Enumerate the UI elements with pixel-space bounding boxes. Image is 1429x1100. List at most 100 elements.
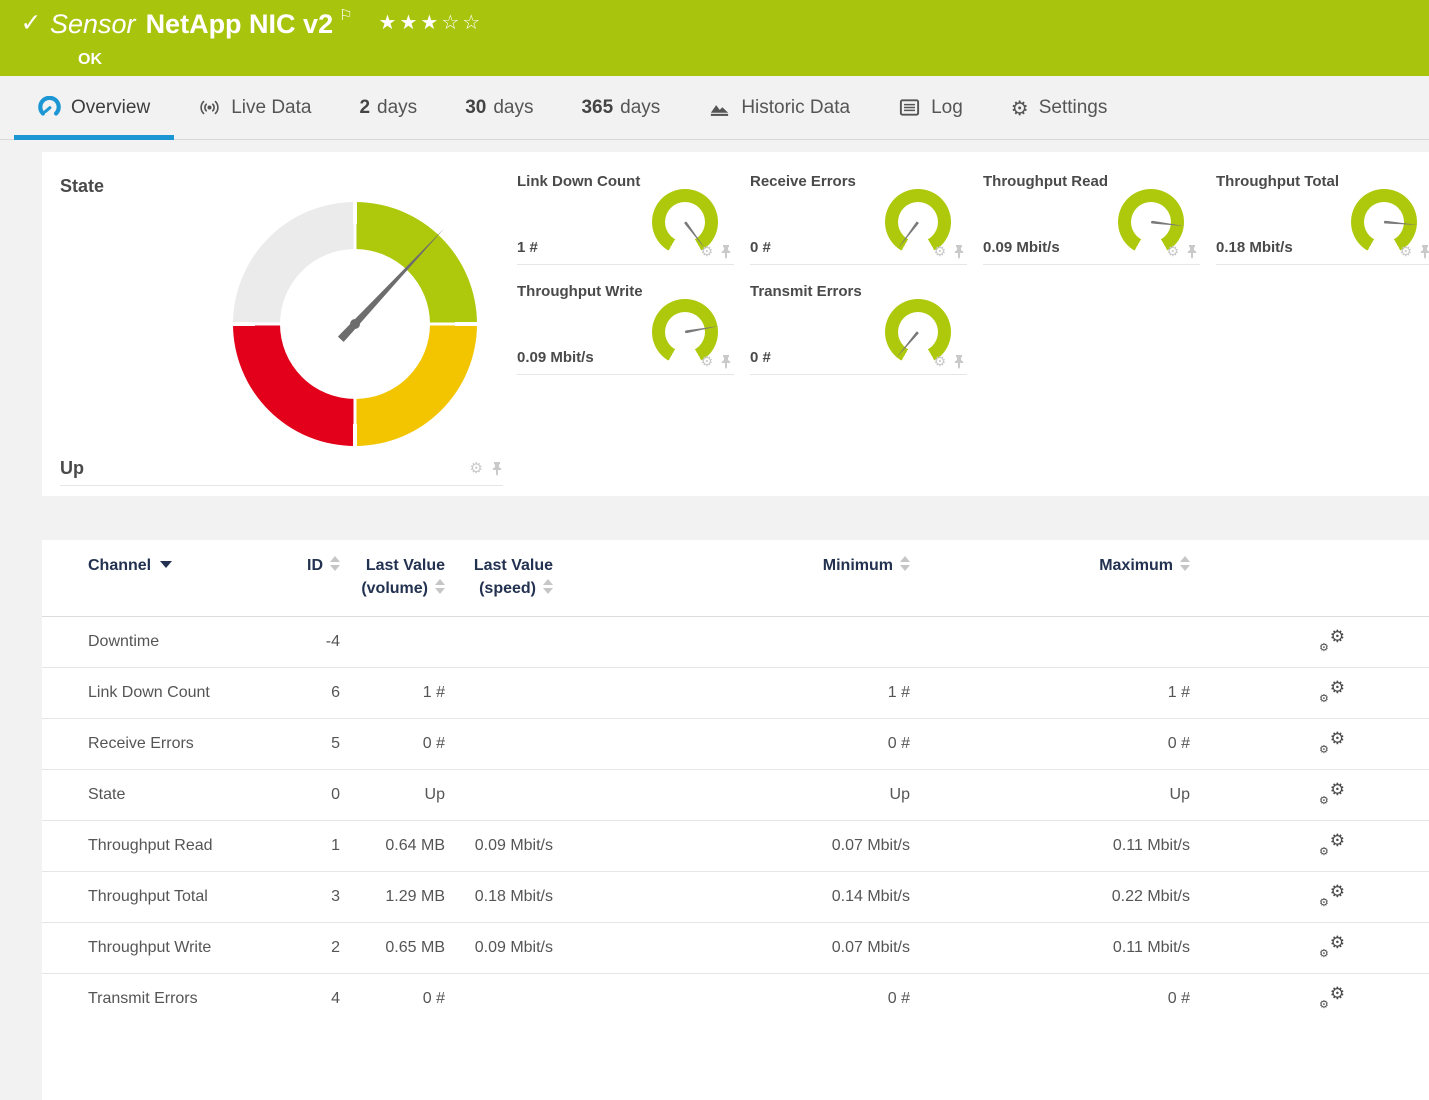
cell-minimum: 0.14 Mbit/s	[553, 872, 910, 923]
cell-id: 3	[282, 872, 340, 923]
chart-icon	[708, 96, 731, 119]
column-header-id[interactable]: ID	[282, 540, 340, 617]
cell-minimum: 0.07 Mbit/s	[553, 923, 910, 974]
gauge-value: 0.18 Mbit/s	[1216, 239, 1293, 256]
flag-icon[interactable]: ⚐	[339, 6, 352, 26]
table-row[interactable]: State0UpUpUp⚙⚙	[42, 770, 1429, 821]
gauge-tile-throughput-read[interactable]: Throughput Read0.09 Mbit/s⚙	[983, 167, 1200, 265]
column-header-last_value_speed[interactable]: Last Value(speed)	[445, 540, 553, 617]
tab-365-days[interactable]: 365days	[557, 76, 684, 139]
channel-settings-gear-icon[interactable]: ⚙⚙	[1319, 731, 1345, 753]
broadcast-icon	[198, 96, 221, 119]
column-header-channel[interactable]: Channel	[42, 540, 282, 617]
column-label: Channel	[88, 557, 151, 574]
gear-icon[interactable]: ⚙	[933, 355, 946, 369]
state-gauge-tile[interactable]: State Up ⚙	[60, 166, 503, 486]
table-row[interactable]: Receive Errors50 #0 #0 #⚙⚙	[42, 719, 1429, 770]
table-row[interactable]: Downtime-4⚙⚙	[42, 617, 1429, 668]
cell-last_value_speed	[445, 770, 553, 821]
state-value: Up	[60, 458, 84, 479]
table-row[interactable]: Link Down Count61 #1 #1 #⚙⚙	[42, 668, 1429, 719]
mini-gauge-grid: Link Down Count1 #⚙Receive Errors0 #⚙Thr…	[517, 167, 1429, 375]
cell-channel: Receive Errors	[42, 719, 282, 770]
cell-last_value_volume: 0 #	[340, 974, 445, 1025]
gauge-tile-receive-errors[interactable]: Receive Errors0 #⚙	[750, 167, 967, 265]
pin-icon[interactable]	[491, 461, 503, 476]
channel-settings-gear-icon[interactable]: ⚙⚙	[1319, 833, 1345, 855]
channel-settings-gear-icon[interactable]: ⚙⚙	[1319, 884, 1345, 906]
column-header-minimum[interactable]: Minimum	[553, 540, 910, 617]
channel-settings-gear-icon[interactable]: ⚙⚙	[1319, 935, 1345, 957]
tab-label: Log	[931, 97, 963, 119]
pin-icon[interactable]	[953, 244, 965, 259]
pin-icon[interactable]	[720, 354, 732, 369]
column-header-maximum[interactable]: Maximum	[910, 540, 1190, 617]
gear-icon[interactable]: ⚙	[700, 355, 713, 369]
gear-icon[interactable]: ⚙	[1166, 245, 1179, 259]
cell-last_value_speed: 0.18 Mbit/s	[445, 872, 553, 923]
cell-id: 1	[282, 821, 340, 872]
cell-last_value_speed	[445, 974, 553, 1025]
sort-icon	[900, 556, 910, 571]
table-row[interactable]: Throughput Read10.64 MB0.09 Mbit/s0.07 M…	[42, 821, 1429, 872]
pin-icon[interactable]	[1186, 244, 1198, 259]
cell-last_value_volume: 1 #	[340, 668, 445, 719]
object-kind-label: Sensor	[50, 6, 136, 42]
cell-last_value_speed: 0.09 Mbit/s	[445, 821, 553, 872]
cell-id: 0	[282, 770, 340, 821]
tab-settings[interactable]: ⚙Settings	[987, 76, 1132, 139]
cell-maximum: 1 #	[910, 668, 1190, 719]
gauge-tile-throughput-write[interactable]: Throughput Write0.09 Mbit/s⚙	[517, 277, 734, 375]
column-sublabel: (speed)	[479, 580, 536, 597]
cell-maximum: 0 #	[910, 974, 1190, 1025]
channel-settings-gear-icon[interactable]: ⚙⚙	[1319, 782, 1345, 804]
pin-icon[interactable]	[1419, 244, 1429, 259]
gauge-tile-link-down-count[interactable]: Link Down Count1 #⚙	[517, 167, 734, 265]
cell-last_value_volume: 0 #	[340, 719, 445, 770]
state-gauge-pivot	[350, 319, 360, 329]
gauge-value: 0.09 Mbit/s	[517, 349, 594, 366]
gear-icon[interactable]: ⚙	[470, 461, 483, 476]
table-row[interactable]: Throughput Write20.65 MB0.09 Mbit/s0.07 …	[42, 923, 1429, 974]
gear-icon[interactable]: ⚙	[1399, 245, 1412, 259]
cell-maximum	[910, 617, 1190, 668]
tab-2-days[interactable]: 2days	[335, 76, 441, 139]
cell-id: 4	[282, 974, 340, 1025]
gauge-tile-throughput-total[interactable]: Throughput Total0.18 Mbit/s⚙	[1216, 167, 1429, 265]
cell-id: -4	[282, 617, 340, 668]
table-row[interactable]: Transmit Errors40 #0 #0 #⚙⚙	[42, 974, 1429, 1025]
tab-live-data[interactable]: Live Data	[174, 76, 335, 139]
tab-label: Live Data	[231, 97, 311, 119]
tab-label: days	[377, 97, 417, 119]
sort-icon	[1180, 556, 1190, 571]
tab-overview[interactable]: Overview	[14, 76, 174, 139]
pin-icon[interactable]	[720, 244, 732, 259]
tab-bar: Overview Live Data 2days30days365daysHisto…	[0, 76, 1429, 140]
tab-log[interactable]: Log	[874, 76, 987, 139]
sort-icon	[435, 579, 445, 594]
channel-settings-gear-icon[interactable]: ⚙⚙	[1319, 986, 1345, 1008]
gauge-tile-transmit-errors[interactable]: Transmit Errors0 #⚙	[750, 277, 967, 375]
cell-channel: Link Down Count	[42, 668, 282, 719]
pin-icon[interactable]	[953, 354, 965, 369]
cell-channel: Throughput Write	[42, 923, 282, 974]
cell-minimum	[553, 617, 910, 668]
priority-stars[interactable]: ★★★☆☆	[379, 6, 484, 38]
gauge-value: 0.09 Mbit/s	[983, 239, 1060, 256]
cell-maximum: 0.22 Mbit/s	[910, 872, 1190, 923]
tab-historic-data[interactable]: Historic Data	[684, 76, 874, 139]
channel-settings-gear-icon[interactable]: ⚙⚙	[1319, 680, 1345, 702]
table-row[interactable]: Throughput Total31.29 MB0.18 Mbit/s0.14 …	[42, 872, 1429, 923]
log-icon	[898, 96, 921, 119]
column-label: ID	[307, 557, 323, 574]
gauge-value: 1 #	[517, 239, 538, 256]
tab-30-days[interactable]: 30days	[441, 76, 557, 139]
channel-settings-gear-icon[interactable]: ⚙⚙	[1319, 629, 1345, 651]
cell-minimum: 0.07 Mbit/s	[553, 821, 910, 872]
gear-icon[interactable]: ⚙	[933, 245, 946, 259]
gear-icon: ⚙	[1011, 98, 1029, 118]
column-header-last_value_volume[interactable]: Last Value(volume)	[340, 540, 445, 617]
column-header-settings	[1190, 540, 1429, 617]
gear-icon[interactable]: ⚙	[700, 245, 713, 259]
sensor-status-badge: OK	[78, 51, 483, 69]
